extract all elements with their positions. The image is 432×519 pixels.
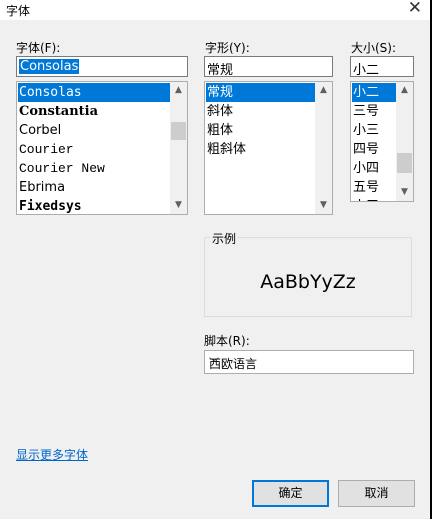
font-input-value: Consolas <box>19 59 80 74</box>
sample-text: AaBbYyZz <box>260 271 356 293</box>
font-list-item[interactable]: Courier New <box>18 159 170 178</box>
style-label: 字形(Y): <box>205 41 250 55</box>
chevron-up-icon[interactable]: ▲ <box>315 82 332 99</box>
chevron-down-icon: ﹀ <box>209 358 219 369</box>
size-list-item[interactable]: 四号 <box>352 140 397 159</box>
cancel-button[interactable]: 取消 <box>338 480 415 507</box>
style-list-item[interactable]: 粗体 <box>206 121 316 140</box>
font-list-item[interactable]: Consolas <box>18 83 170 102</box>
size-list-item[interactable]: 小二 <box>352 83 397 102</box>
font-list-item[interactable]: Ebrima <box>18 178 170 197</box>
show-more-fonts-link[interactable]: 显示更多字体 <box>16 446 88 463</box>
font-list[interactable]: Consolas Constantia Corbel Courier Courier N… <box>16 81 188 215</box>
font-label: 字体(F): <box>16 41 61 55</box>
size-list-item[interactable]: 小三 <box>352 121 397 140</box>
style-input-value: 常规 <box>207 63 234 78</box>
close-icon[interactable]: ✕ <box>408 0 422 18</box>
dialog-title: 字体 <box>6 4 31 18</box>
font-list-item[interactable]: Courier <box>18 140 170 159</box>
style-input[interactable]: 常规 <box>204 56 333 78</box>
chevron-up-icon[interactable]: ▲ <box>396 82 413 99</box>
size-label: 大小(S): <box>351 41 397 55</box>
script-dropdown[interactable]: 西欧语言 ﹀ <box>204 350 414 374</box>
style-list[interactable]: 常规 斜体 粗体 粗斜体 ▲ ▼ <box>204 81 333 215</box>
size-list-item[interactable]: 小五 <box>352 197 397 201</box>
style-list-scrollbar[interactable]: ▲ ▼ <box>315 82 332 214</box>
font-list-scrollbar[interactable]: ▲ ▼ <box>170 82 187 214</box>
size-list-item[interactable]: 五号 <box>352 178 397 197</box>
font-list-item[interactable]: Corbel <box>18 121 170 140</box>
size-list-scrollbar[interactable]: ▲ ▼ <box>396 82 413 201</box>
ok-button[interactable]: 确定 <box>252 480 329 507</box>
style-list-item[interactable]: 粗斜体 <box>206 140 316 159</box>
style-list-item[interactable]: 斜体 <box>206 102 316 121</box>
size-list[interactable]: 小二三号小三四号小四五号小五 ▲ ▼ <box>350 81 414 202</box>
title-bar: 字体 ✕ <box>0 0 430 20</box>
font-input[interactable]: Consolas <box>16 56 188 77</box>
size-input-value: 小二 <box>353 63 380 78</box>
size-list-item[interactable]: 三号 <box>352 102 397 121</box>
sample-label: 示例 <box>210 230 239 247</box>
chevron-up-icon[interactable]: ▲ <box>170 82 187 99</box>
chevron-down-icon[interactable]: ▼ <box>170 197 187 214</box>
font-dialog: 字体 ✕ 字体(F): Consolas Consolas Constantia C… <box>0 0 430 519</box>
font-list-item[interactable]: Constantia <box>18 102 170 121</box>
scroll-thumb[interactable] <box>171 122 186 140</box>
style-list-item[interactable]: 常规 <box>206 83 316 102</box>
chevron-down-icon[interactable]: ▼ <box>396 184 413 201</box>
script-label: 脚本(R): <box>204 334 250 348</box>
font-list-item[interactable]: Fixedsys <box>18 197 170 214</box>
size-input[interactable]: 小二 <box>350 56 414 78</box>
size-list-item[interactable]: 小四 <box>352 159 397 178</box>
scroll-thumb[interactable] <box>397 153 412 173</box>
chevron-down-icon[interactable]: ▼ <box>315 197 332 214</box>
